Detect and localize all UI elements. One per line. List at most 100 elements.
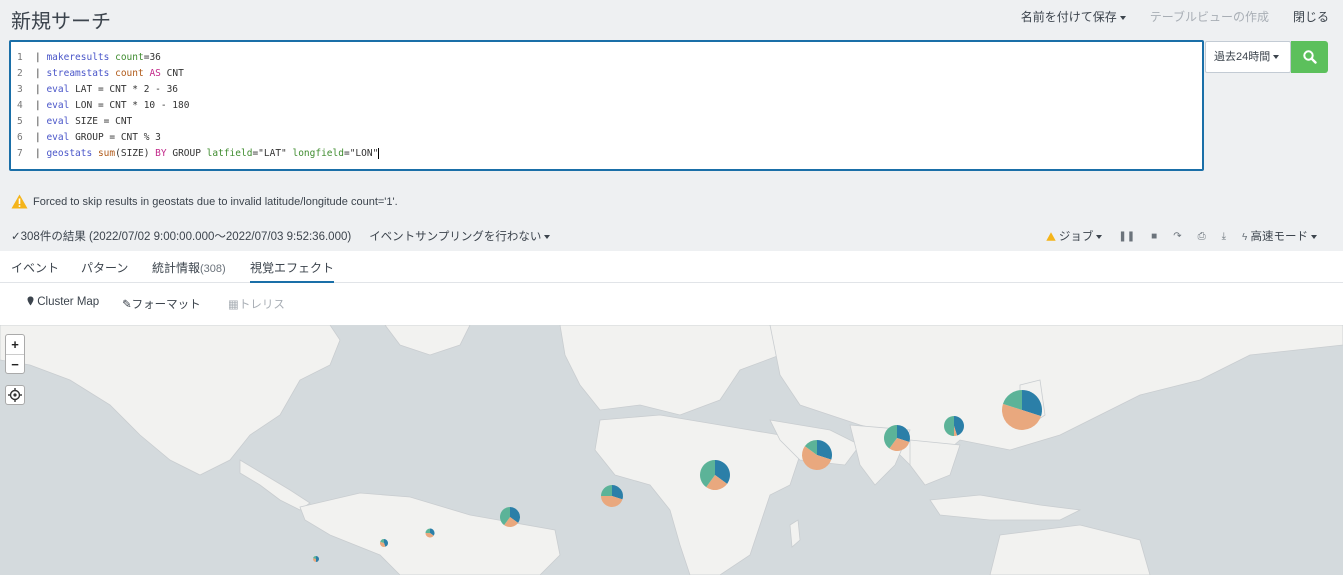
format-label: フォーマット — [131, 299, 201, 311]
event-sampling-dropdown[interactable]: イベントサンプリングを行わない — [369, 228, 551, 244]
text-cursor — [378, 148, 380, 159]
land-masses — [0, 325, 1343, 575]
chevron-down-icon — [1311, 234, 1317, 239]
code-token: =36 — [143, 52, 161, 63]
format-button[interactable]: ✎フォーマット — [122, 296, 201, 312]
results-summary: ✓308件の結果 (2022/07/02 9:00:00.000～2022/07… — [11, 228, 351, 244]
tab-label: 統計情報 — [152, 261, 201, 275]
top-bar: 新規サーチ 名前を付けて保存 テーブルビューの作成 閉じる — [0, 0, 1343, 36]
code-token: streamstats — [46, 68, 110, 79]
code-token: makeresults — [46, 52, 110, 63]
search-editor[interactable]: 1 | makeresults count=36 2 | streamstats co… — [9, 40, 1204, 171]
code-token: eval — [46, 132, 70, 143]
tab-patterns[interactable]: パターン — [81, 259, 128, 276]
tab-label: パターン — [81, 261, 129, 275]
line-number: 1 — [17, 52, 23, 63]
warning-icon — [11, 194, 28, 209]
crosshair-icon — [8, 388, 22, 402]
tab-statistics[interactable]: 統計情報(308) — [152, 259, 226, 276]
cluster-pie-slice[interactable] — [316, 556, 319, 562]
time-range-picker[interactable]: 過去24時間 — [1205, 41, 1291, 73]
code-token: LAT = CNT * 2 - 36 — [69, 84, 179, 95]
search-mode-dropdown[interactable]: ϟ 高速モード — [1242, 228, 1317, 244]
save-as-button[interactable]: 名前を付けて保存 — [1021, 8, 1126, 25]
code-token: LON = CNT * 10 - 180 — [69, 100, 190, 111]
close-button[interactable]: 閉じる — [1293, 8, 1329, 25]
search-icon — [1302, 50, 1317, 64]
code-token: | — [35, 52, 47, 63]
create-table-view-button[interactable]: テーブルビューの作成 — [1150, 8, 1269, 25]
cluster-map-label: Cluster Map — [37, 296, 100, 308]
export-icon[interactable]: ⤓ — [1222, 231, 1226, 242]
zoom-in-button[interactable]: + — [6, 335, 24, 354]
tab-events[interactable]: イベント — [11, 259, 59, 276]
line-number: 3 — [17, 84, 23, 95]
code-token: eval — [46, 84, 70, 95]
zoom-control: + − — [5, 334, 25, 374]
code-token: ="LAT" — [252, 148, 293, 159]
chevron-down-icon — [1096, 234, 1103, 239]
search-button[interactable] — [1291, 41, 1328, 73]
world-map[interactable] — [0, 325, 1343, 575]
code-token: | — [35, 148, 47, 159]
code-line: 3 | eval LAT = CNT * 2 - 36 — [17, 82, 178, 98]
locate-button[interactable] — [5, 385, 25, 405]
code-token: AS — [149, 68, 161, 79]
line-number: 4 — [17, 100, 23, 111]
save-as-label: 名前を付けて保存 — [1020, 10, 1117, 24]
cluster-pie-slice[interactable] — [601, 485, 612, 496]
cluster-map[interactable] — [0, 325, 1343, 575]
share-icon[interactable]: ↷ — [1173, 231, 1181, 242]
stop-icon[interactable]: ■ — [1151, 231, 1157, 242]
visualization-toolbar: Cluster Map ✎フォーマット ▦トレリス — [0, 283, 1343, 325]
line-number: 2 — [17, 68, 23, 79]
code-token: sum — [97, 148, 116, 159]
tab-label: イベント — [11, 261, 60, 275]
code-token: CNT — [160, 68, 184, 79]
page-title: 新規サーチ — [11, 11, 111, 33]
code-token: count — [115, 52, 144, 63]
code-token: | — [35, 68, 47, 79]
print-icon[interactable]: ⎙ — [1198, 231, 1206, 242]
code-token: eval — [46, 100, 70, 111]
tab-count: (308) — [200, 263, 226, 275]
map-pin-icon — [27, 296, 34, 306]
code-token: | — [35, 116, 47, 127]
warning-message: Forced to skip results in geostats due t… — [11, 194, 398, 209]
trellis-button[interactable]: ▦トレリス — [228, 296, 285, 312]
code-token: geostats — [46, 148, 93, 159]
code-token: | — [35, 84, 47, 95]
checkmark-icon: ✓ — [11, 231, 21, 243]
trellis-label: トレリス — [238, 299, 285, 311]
pause-icon[interactable]: ❚❚ — [1118, 231, 1135, 242]
code-token: latfield — [206, 148, 253, 159]
code-line: 6 | eval GROUP = CNT % 3 — [17, 130, 161, 146]
code-token: BY — [155, 148, 167, 159]
job-toolbar: ジョブ ❚❚ ■ ↷ ⎙ ⤓ ϟ 高速モード — [1045, 228, 1317, 244]
time-range-label: 過去24時間 — [1214, 51, 1271, 63]
line-number: 5 — [17, 116, 23, 127]
lightning-icon: ϟ — [1242, 232, 1248, 243]
code-token: | — [35, 100, 47, 111]
job-label: ジョブ — [1058, 231, 1094, 243]
chevron-down-icon — [1119, 15, 1126, 20]
zoom-out-button[interactable]: − — [6, 354, 24, 373]
code-token: (SIZE) — [115, 148, 156, 159]
cluster-map-picker[interactable]: Cluster Map — [27, 296, 99, 308]
search-mode-label: 高速モード — [1250, 231, 1309, 243]
grid-icon: ▦ — [228, 299, 239, 311]
code-token: ="LON" — [343, 148, 379, 159]
chevron-down-icon — [1273, 55, 1280, 60]
tab-visualization[interactable]: 視覚エフェクト — [250, 259, 335, 283]
warning-icon — [1045, 232, 1056, 242]
code-line: 5 | eval SIZE = CNT — [17, 114, 132, 130]
code-token: GROUP — [166, 148, 207, 159]
code-line: 2 | streamstats count AS CNT — [17, 66, 184, 82]
job-menu[interactable]: ジョブ — [1045, 228, 1103, 244]
code-line: 7 | geostats sum(SIZE) BY GROUP latfield=… — [17, 146, 380, 162]
code-token: count — [115, 68, 144, 79]
results-summary-text: 308件の結果 (2022/07/02 9:00:00.000～2022/07/… — [20, 231, 352, 243]
line-number: 6 — [17, 132, 23, 143]
code-line: 1 | makeresults count=36 — [17, 50, 161, 66]
results-tabs: イベント パターン 統計情報(308) 視覚エフェクト — [0, 251, 1343, 283]
